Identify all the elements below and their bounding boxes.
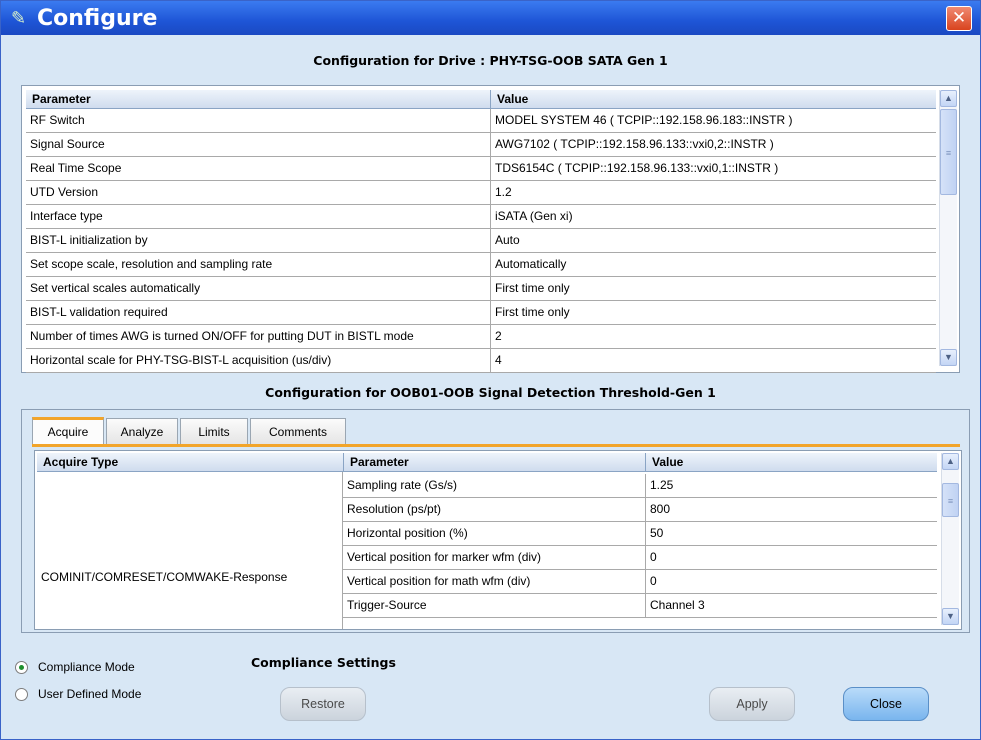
configure-tools-icon: ✎ <box>11 8 27 29</box>
table-row[interactable]: Real Time Scope TDS6154C ( TCPIP::192.158… <box>26 157 936 181</box>
value-cell[interactable]: First time only <box>490 277 936 300</box>
parameter-cell: Trigger-Source <box>347 598 427 612</box>
apply-button[interactable]: Apply <box>709 687 795 721</box>
parameter-cell: Interface type <box>30 209 103 223</box>
parameter-cell: BIST-L initialization by <box>30 233 148 247</box>
compliance-mode-label[interactable]: Compliance Mode <box>38 660 135 674</box>
column-header-value: Value <box>490 90 936 109</box>
user-defined-mode-radio[interactable] <box>15 688 28 701</box>
acquire-type-label: COMINIT/COMRESET/COMWAKE-Response <box>41 570 288 584</box>
parameter-cell: Set scope scale, resolution and sampling… <box>30 257 273 271</box>
table-row[interactable]: Vertical position for marker wfm (div) 0 <box>343 546 937 570</box>
compliance-settings-title: Compliance Settings <box>251 655 396 670</box>
parameter-cell: Signal Source <box>30 137 105 151</box>
value-cell[interactable]: 1.25 <box>645 474 937 498</box>
close-button[interactable]: Close <box>843 687 929 721</box>
parameter-cell: Vertical position for math wfm (div) <box>347 574 531 588</box>
parameter-cell: Sampling rate (Gs/s) <box>347 478 458 492</box>
acquire-type-cell[interactable]: COMINIT/COMRESET/COMWAKE-Response <box>37 472 343 629</box>
table-row[interactable]: Interface type iSATA (Gen xi) <box>26 205 936 229</box>
user-defined-mode-label[interactable]: User Defined Mode <box>38 687 141 701</box>
value-cell[interactable]: 1.2 <box>490 181 936 204</box>
value-cell[interactable]: First time only <box>490 301 936 324</box>
value-cell[interactable]: MODEL SYSTEM 46 ( TCPIP::192.158.96.183:… <box>490 109 936 132</box>
parameter-cell: Horizontal scale for PHY-TSG-BIST-L acqu… <box>30 353 332 367</box>
scroll-thumb[interactable]: ≡ <box>940 109 957 195</box>
value-cell[interactable]: iSATA (Gen xi) <box>490 205 936 228</box>
close-icon[interactable]: ✕ <box>946 6 972 31</box>
value-cell[interactable]: 50 <box>645 522 937 546</box>
table-row[interactable]: RF Switch MODEL SYSTEM 46 ( TCPIP::192.15… <box>26 109 936 133</box>
column-header-acquire-type: Acquire Type <box>37 453 343 472</box>
parameter-cell: BIST-L validation required <box>30 305 168 319</box>
column-header-parameter: Parameter <box>343 453 645 472</box>
drive-config-table: Parameter Value RF Switch MODEL SYSTEM 46… <box>21 85 960 373</box>
test-config-panel: Acquire Analyze Limits Comments Acquire … <box>21 409 970 633</box>
parameter-cell: Horizontal position (%) <box>347 526 468 540</box>
table-row[interactable]: Set scope scale, resolution and sampling… <box>26 253 936 277</box>
chevron-down-icon[interactable]: ▼ <box>942 608 959 625</box>
table-row[interactable]: BIST-L initialization by Auto <box>26 229 936 253</box>
tab-underline <box>32 444 960 447</box>
acquire-table: Acquire Type Parameter Value COMINIT/COM… <box>34 450 962 630</box>
value-cell[interactable]: 0 <box>645 570 937 594</box>
column-header-parameter: Parameter <box>26 90 490 109</box>
chevron-up-icon[interactable]: ▲ <box>940 90 957 107</box>
tab-comments[interactable]: Comments <box>250 418 346 444</box>
table-row[interactable]: Vertical position for math wfm (div) 0 <box>343 570 937 594</box>
table-row[interactable]: Resolution (ps/pt) 800 <box>343 498 937 522</box>
parameter-cell: UTD Version <box>30 185 99 199</box>
table-row[interactable]: Number of times AWG is turned ON/OFF for… <box>26 325 936 349</box>
window-title: Configure <box>37 6 158 31</box>
compliance-mode-radio[interactable] <box>15 661 28 674</box>
value-cell[interactable]: Automatically <box>490 253 936 276</box>
title-bar[interactable]: ✎ Configure ✕ <box>1 1 980 35</box>
parameter-cell: Resolution (ps/pt) <box>347 502 442 516</box>
chevron-down-icon[interactable]: ▼ <box>940 349 957 366</box>
table-row[interactable]: Trigger-Source Channel 3 <box>343 594 937 618</box>
table-row[interactable]: Set vertical scales automatically First t… <box>26 277 936 301</box>
scroll-thumb[interactable]: ≡ <box>942 483 959 517</box>
value-cell[interactable]: Auto <box>490 229 936 252</box>
value-cell[interactable]: 0 <box>645 546 937 570</box>
table-row[interactable]: Sampling rate (Gs/s) 1.25 <box>343 474 937 498</box>
drive-scrollbar[interactable]: ▲ ≡ ▼ <box>939 90 957 366</box>
column-header-value: Value <box>645 453 937 472</box>
acquire-scrollbar[interactable]: ▲ ≡ ▼ <box>941 453 959 625</box>
value-cell[interactable]: 800 <box>645 498 937 522</box>
table-row[interactable]: Horizontal scale for PHY-TSG-BIST-L acqu… <box>26 349 936 373</box>
configure-window: ✎ Configure ✕ Configuration for Drive : … <box>0 0 981 740</box>
tab-limits[interactable]: Limits <box>180 418 248 444</box>
parameter-cell: Real Time Scope <box>30 161 122 175</box>
value-cell[interactable]: 2 <box>490 325 936 348</box>
drive-config-header: Configuration for Drive : PHY-TSG-OOB SA… <box>313 53 668 68</box>
parameter-cell: Set vertical scales automatically <box>30 281 201 295</box>
value-cell[interactable]: 4 <box>490 349 936 372</box>
tab-acquire[interactable]: Acquire <box>32 417 104 445</box>
restore-button[interactable]: Restore <box>280 687 366 721</box>
parameter-cell: Number of times AWG is turned ON/OFF for… <box>30 329 414 343</box>
value-cell[interactable]: TDS6154C ( TCPIP::192.158.96.133::vxi0,1… <box>490 157 936 180</box>
test-config-header: Configuration for OOB01-OOB Signal Detec… <box>265 385 716 400</box>
table-row[interactable]: Horizontal position (%) 50 <box>343 522 937 546</box>
parameter-cell: RF Switch <box>30 113 85 127</box>
value-cell[interactable]: AWG7102 ( TCPIP::192.158.96.133::vxi0,2:… <box>490 133 936 156</box>
table-row[interactable]: BIST-L validation required First time onl… <box>26 301 936 325</box>
table-row[interactable]: UTD Version 1.2 <box>26 181 936 205</box>
tab-analyze[interactable]: Analyze <box>106 418 178 444</box>
table-row[interactable]: Signal Source AWG7102 ( TCPIP::192.158.96… <box>26 133 936 157</box>
parameter-cell: Vertical position for marker wfm (div) <box>347 550 542 564</box>
value-cell[interactable]: Channel 3 <box>645 594 937 618</box>
chevron-up-icon[interactable]: ▲ <box>942 453 959 470</box>
